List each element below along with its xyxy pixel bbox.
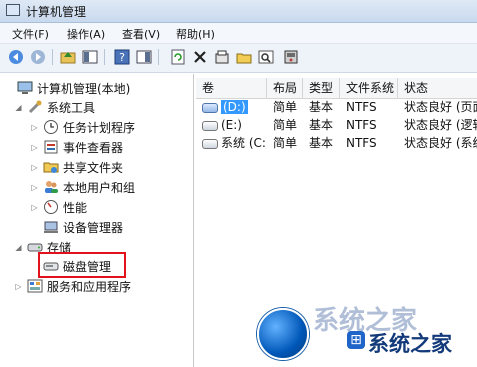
expand-icon[interactable]: ▷ xyxy=(14,282,23,291)
collapse-icon[interactable]: ◢ xyxy=(14,103,23,112)
tree-item-label: 性能 xyxy=(63,200,88,215)
open-icon[interactable] xyxy=(236,49,252,65)
tree-item-device-manager[interactable]: 设备管理器 xyxy=(30,218,123,236)
filesystem-cell: NTFS xyxy=(346,100,377,114)
tree-item-system-tools[interactable]: ◢ 系统工具 xyxy=(14,98,95,116)
volume-icon xyxy=(202,138,218,149)
status-cell: 状态良好 (系统 xyxy=(404,136,477,150)
window-title: 计算机管理 xyxy=(26,5,87,19)
expand-icon[interactable]: ▷ xyxy=(30,143,39,152)
expand-icon[interactable]: ▷ xyxy=(30,163,39,172)
device-manager-icon xyxy=(43,219,59,235)
clock-icon xyxy=(43,119,59,135)
event-viewer-icon xyxy=(43,139,59,155)
tree-item-label: 服务和应用程序 xyxy=(47,279,132,294)
watermark-brand-icon: ⊞ xyxy=(347,331,365,349)
filesystem-cell: NTFS xyxy=(346,118,377,132)
tree-item-label: 计算机管理(本地) xyxy=(37,81,131,96)
collapse-icon[interactable]: ◢ xyxy=(14,243,23,252)
tree-item-services-apps[interactable]: ▷ 服务和应用程序 xyxy=(14,277,131,295)
services-icon xyxy=(27,278,43,294)
performance-icon xyxy=(43,199,59,215)
tree-item-local-users[interactable]: ▷ 本地用户和组 xyxy=(30,178,135,196)
tree-item-computer-management[interactable]: 计算机管理(本地) xyxy=(4,79,130,97)
help-icon[interactable]: ? xyxy=(114,49,130,65)
menu-help[interactable]: 帮助(H) xyxy=(176,26,215,42)
refresh-icon[interactable] xyxy=(170,49,186,65)
find-icon[interactable] xyxy=(258,49,274,65)
column-header-status[interactable]: 状态 xyxy=(398,78,477,98)
volume-icon xyxy=(202,102,218,113)
status-cell: 状态良好 (页面 xyxy=(404,100,477,114)
computer-management-app-icon xyxy=(6,4,20,16)
layout-cell: 简单 xyxy=(273,136,298,150)
type-cell: 基本 xyxy=(309,136,334,150)
up-folder-icon[interactable] xyxy=(60,49,76,65)
title-bar: 计算机管理 xyxy=(0,0,477,23)
svg-text:?: ? xyxy=(119,51,125,64)
type-cell: 基本 xyxy=(309,118,334,132)
menu-bar: 文件(F) 操作(A) 查看(V) 帮助(H) xyxy=(0,23,477,44)
expand-icon[interactable]: ▷ xyxy=(30,123,39,132)
expand-icon[interactable]: ▷ xyxy=(30,203,39,212)
tree-item-label: 共享文件夹 xyxy=(63,160,124,175)
column-header-volume[interactable]: 卷 xyxy=(196,78,267,98)
tree-item-label: 任务计划程序 xyxy=(63,120,136,135)
table-row[interactable]: (D:) 简单 基本 NTFS 状态良好 (页面 xyxy=(196,98,477,116)
delete-icon[interactable] xyxy=(192,49,208,65)
volume-icon xyxy=(202,120,218,131)
layout-cell: 简单 xyxy=(273,118,298,132)
menu-action[interactable]: 操作(A) xyxy=(67,26,105,42)
tools-icon xyxy=(27,99,43,115)
disk-management-highlight xyxy=(38,252,126,278)
toolbar: ? xyxy=(0,44,477,73)
tree-item-event-viewer[interactable]: ▷ 事件查看器 xyxy=(30,138,123,156)
column-header-type[interactable]: 类型 xyxy=(303,78,340,98)
volume-name: (E:) xyxy=(221,118,242,132)
expand-icon[interactable]: ▷ xyxy=(30,183,39,192)
table-row[interactable]: 系统 (C:) 简单 基本 NTFS 状态良好 (系统 xyxy=(196,134,477,152)
computer-icon xyxy=(17,80,33,96)
volume-name: (D:) xyxy=(221,100,248,114)
filesystem-cell: NTFS xyxy=(346,136,377,150)
type-cell: 基本 xyxy=(309,100,334,114)
menu-file[interactable]: 文件(F) xyxy=(12,26,49,42)
volume-name: 系统 (C:) xyxy=(221,136,267,150)
column-header-filesystem[interactable]: 文件系统 xyxy=(340,78,398,98)
tree-item-label: 系统工具 xyxy=(47,100,96,115)
watermark-brand-text: 系统之家 xyxy=(368,332,452,356)
disk-icon[interactable] xyxy=(283,49,299,65)
column-headers: 卷 布局 类型 文件系统 状态 xyxy=(196,78,477,99)
tree-item-label: 设备管理器 xyxy=(63,220,124,235)
menu-view[interactable]: 查看(V) xyxy=(122,26,160,42)
tree-item-performance[interactable]: ▷ 性能 xyxy=(30,198,87,216)
panel-icon[interactable] xyxy=(136,49,152,65)
layout-cell: 简单 xyxy=(273,100,298,114)
table-row[interactable]: (E:) 简单 基本 NTFS 状态良好 (逻辑 xyxy=(196,116,477,134)
watermark: 系统之家 ⊞ 系统之家 xyxy=(247,300,477,367)
tree-item-label: 事件查看器 xyxy=(63,140,124,155)
console-tree-icon[interactable] xyxy=(82,49,98,65)
properties-icon[interactable] xyxy=(214,49,230,65)
tree-item-label: 本地用户和组 xyxy=(63,180,136,195)
shared-folder-icon xyxy=(43,159,59,175)
users-icon xyxy=(43,179,59,195)
forward-icon[interactable] xyxy=(30,49,46,65)
tree-item-task-scheduler[interactable]: ▷ 任务计划程序 xyxy=(30,118,135,136)
back-icon[interactable] xyxy=(8,49,24,65)
watermark-logo-icon xyxy=(257,308,309,360)
column-header-layout[interactable]: 布局 xyxy=(267,78,303,98)
tree-item-shared-folders[interactable]: ▷ 共享文件夹 xyxy=(30,158,123,176)
status-cell: 状态良好 (逻辑 xyxy=(404,118,477,132)
